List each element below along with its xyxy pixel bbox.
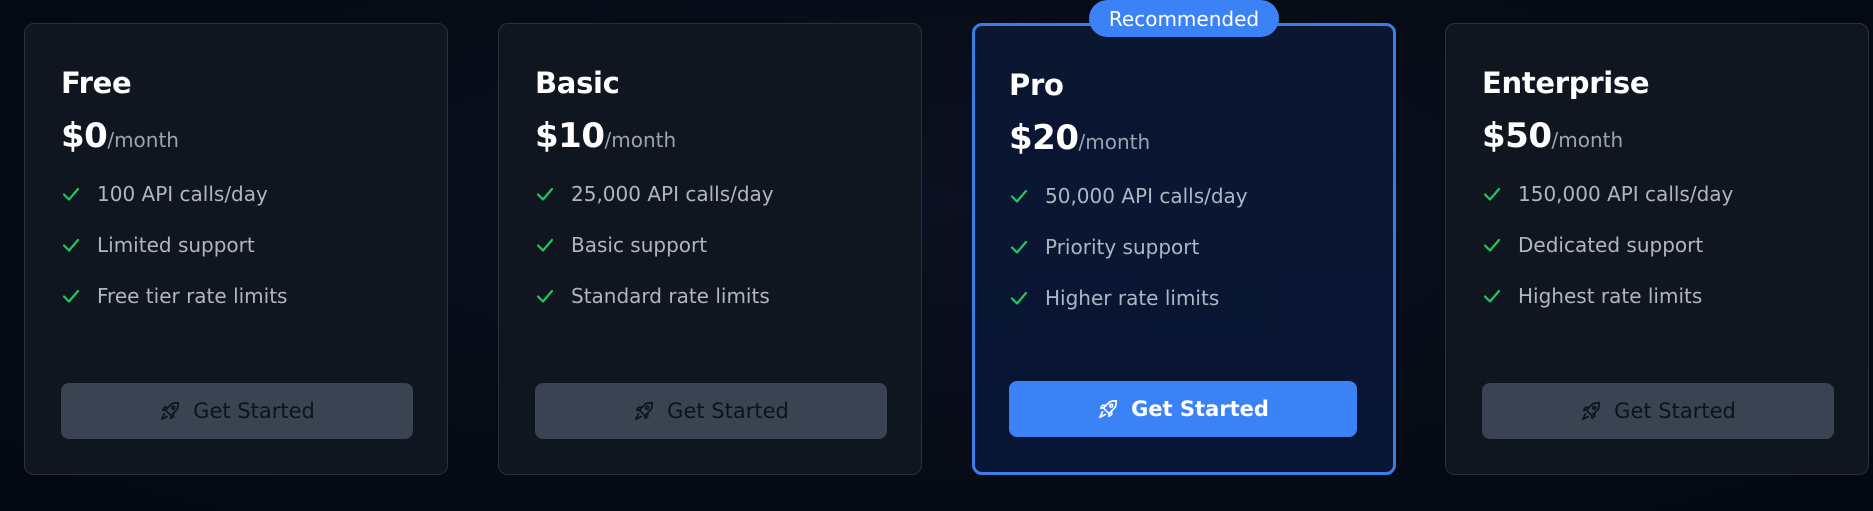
rocket-icon — [1582, 401, 1601, 421]
plan-price: $50 — [1482, 116, 1552, 156]
feature-list: 50,000 API calls/day Priority support Hi… — [1009, 184, 1248, 337]
rocket-icon — [161, 401, 180, 421]
plan-card-enterprise: Enterprise $50/month 150,000 API calls/d… — [1445, 23, 1869, 475]
feature-text: Standard rate limits — [571, 284, 770, 308]
check-icon — [1483, 187, 1501, 201]
check-icon — [536, 187, 554, 201]
plan-card-free: Free $0/month 100 API calls/day Limited … — [24, 23, 448, 475]
feature-item: 150,000 API calls/day — [1482, 182, 1733, 233]
feature-text: Basic support — [571, 233, 708, 257]
price-period: /month — [1551, 128, 1624, 152]
feature-text: 150,000 API calls/day — [1518, 182, 1734, 206]
feature-item: Highest rate limits — [1482, 284, 1733, 335]
feature-text: Priority support — [1045, 235, 1200, 259]
check-icon — [536, 289, 554, 303]
feature-item: Free tier rate limits — [61, 284, 287, 335]
feature-item: Higher rate limits — [1009, 286, 1248, 337]
feature-item: Standard rate limits — [535, 284, 774, 335]
recommended-badge: Recommended — [1089, 0, 1279, 37]
check-icon — [62, 289, 80, 303]
button-label: Get Started — [1131, 397, 1269, 421]
feature-item: Limited support — [61, 233, 287, 284]
feature-list: 100 API calls/day Limited support Free t… — [61, 182, 287, 335]
get-started-button-enterprise[interactable]: Get Started — [1482, 383, 1834, 439]
feature-text: 50,000 API calls/day — [1045, 184, 1248, 208]
button-label: Get Started — [193, 399, 315, 423]
rocket-icon — [1099, 399, 1118, 419]
plan-card-basic: Basic $10/month 25,000 API calls/day Bas… — [498, 23, 922, 475]
feature-text: 25,000 API calls/day — [571, 182, 774, 206]
plan-name: Free — [61, 66, 132, 100]
price-period: /month — [604, 128, 677, 152]
feature-item: Basic support — [535, 233, 774, 284]
check-icon — [1010, 240, 1028, 254]
price-row: $20/month — [1009, 118, 1150, 158]
feature-text: Dedicated support — [1518, 233, 1704, 257]
feature-item: Priority support — [1009, 235, 1248, 286]
plan-name: Enterprise — [1482, 66, 1650, 100]
feature-item: 50,000 API calls/day — [1009, 184, 1248, 235]
check-icon — [62, 187, 80, 201]
check-icon — [62, 238, 80, 252]
plan-price: $20 — [1009, 118, 1079, 158]
feature-text: Free tier rate limits — [97, 284, 288, 308]
feature-text: 100 API calls/day — [97, 182, 268, 206]
check-icon — [1483, 289, 1501, 303]
button-label: Get Started — [667, 399, 789, 423]
plan-price: $0 — [61, 116, 108, 156]
price-row: $0/month — [61, 116, 179, 156]
check-icon — [1010, 291, 1028, 305]
feature-list: 25,000 API calls/day Basic support Stand… — [535, 182, 774, 335]
plan-card-pro: Pro $20/month 50,000 API calls/day Prior… — [972, 23, 1396, 475]
button-label: Get Started — [1614, 399, 1736, 423]
check-icon — [1483, 238, 1501, 252]
feature-item: 100 API calls/day — [61, 182, 287, 233]
pricing-page: Recommended Free $0/month 100 API calls/… — [0, 0, 1873, 511]
rocket-icon — [635, 401, 654, 421]
get-started-button-pro[interactable]: Get Started — [1009, 381, 1357, 437]
check-icon — [536, 238, 554, 252]
price-period: /month — [107, 128, 179, 152]
feature-text: Highest rate limits — [1518, 284, 1703, 308]
feature-text: Limited support — [97, 233, 255, 257]
price-period: /month — [1078, 130, 1151, 154]
feature-list: 150,000 API calls/day Dedicated support … — [1482, 182, 1733, 335]
plan-name: Pro — [1009, 68, 1064, 102]
get-started-button-free[interactable]: Get Started — [61, 383, 413, 439]
feature-item: Dedicated support — [1482, 233, 1733, 284]
feature-text: Higher rate limits — [1045, 286, 1220, 310]
plan-name: Basic — [535, 66, 620, 100]
plan-price: $10 — [535, 116, 605, 156]
check-icon — [1010, 189, 1028, 203]
price-row: $50/month — [1482, 116, 1623, 156]
get-started-button-basic[interactable]: Get Started — [535, 383, 887, 439]
feature-item: 25,000 API calls/day — [535, 182, 774, 233]
price-row: $10/month — [535, 116, 676, 156]
